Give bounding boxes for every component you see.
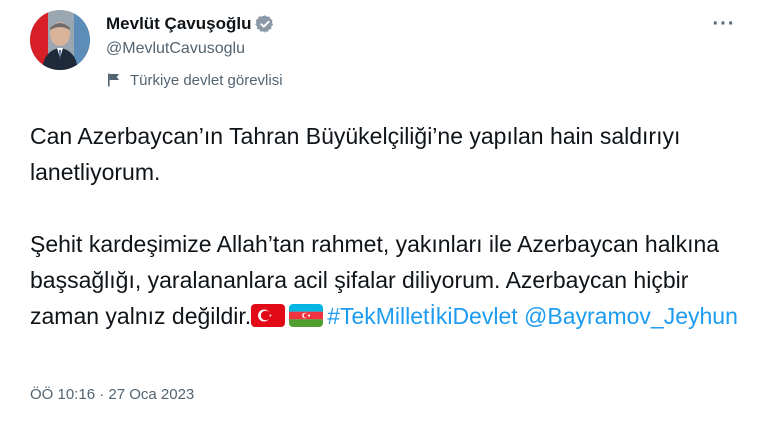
mention-link[interactable]: @Bayramov_Jeyhun [524, 303, 738, 329]
tweet-timestamp[interactable]: ÖÖ 10:16 · 27 Oca 2023 [30, 386, 194, 403]
affiliation-row: Türkiye devlet görevlisi [106, 70, 730, 90]
tweet: Mevlüt Çavuşoğlu @MevlutCavusoglu Türkiy… [0, 0, 770, 425]
more-options-icon[interactable]: ··· [712, 14, 736, 34]
azerbaijan-flag-icon [289, 304, 324, 327]
avatar-image [30, 10, 90, 70]
tweet-paragraph-1: Can Azerbaycan’ın Tahran Büyükelçiliği’n… [30, 123, 681, 185]
more-options-label: ··· [712, 13, 736, 35]
hashtag-link[interactable]: #TekMilletİkiDevlet [327, 303, 517, 329]
tweet-paragraph-2: Şehit kardeşimize Allah’tan rahmet, yakı… [30, 226, 750, 334]
author-name[interactable]: Mevlüt Çavuşoğlu [106, 14, 251, 34]
avatar[interactable] [30, 10, 90, 70]
affiliation-label[interactable]: Türkiye devlet görevlisi [130, 72, 283, 89]
name-row: Mevlüt Çavuşoğlu [106, 12, 730, 36]
flag-icon [106, 72, 122, 88]
tweet-text: Can Azerbaycan’ın Tahran Büyükelçiliği’n… [30, 118, 750, 334]
verified-badge-icon[interactable] [255, 14, 275, 34]
author-handle[interactable]: @MevlutCavusoglu [106, 38, 730, 60]
turkey-flag-icon [251, 304, 286, 327]
tweet-header: Mevlüt Çavuşoğlu @MevlutCavusoglu Türkiy… [106, 12, 730, 90]
